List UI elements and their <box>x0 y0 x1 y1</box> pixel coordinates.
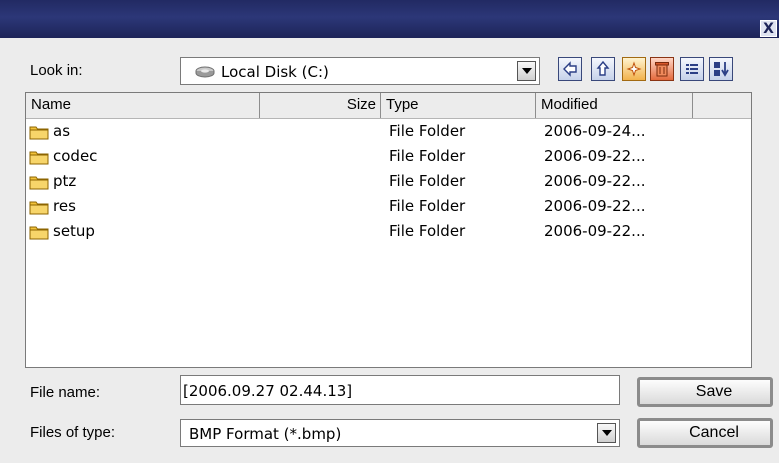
table-row[interactable]: setup File Folder 2006-09-22... <box>26 219 751 244</box>
sort-icon[interactable] <box>709 57 733 81</box>
file-type: File Folder <box>389 147 466 165</box>
file-name-label: File name: <box>30 384 101 401</box>
drive-icon <box>195 66 215 78</box>
files-of-type-label: Files of type: <box>30 424 116 441</box>
table-row[interactable]: res File Folder 2006-09-22... <box>26 194 751 219</box>
save-button[interactable]: Save <box>637 377 773 407</box>
file-modified: 2006-09-22... <box>544 147 646 165</box>
file-modified: 2006-09-24... <box>544 122 646 140</box>
save-dialog: X Look in: Local Disk (C:) Name Size Typ… <box>0 0 779 463</box>
folder-icon <box>29 226 49 240</box>
file-name: codec <box>53 147 98 165</box>
list-view-icon[interactable] <box>680 57 704 81</box>
table-row[interactable]: as File Folder 2006-09-24... <box>26 119 751 144</box>
file-name-field[interactable] <box>180 375 620 405</box>
column-header-modified[interactable]: Modified <box>536 93 693 118</box>
file-modified: 2006-09-22... <box>544 222 646 240</box>
back-icon[interactable] <box>558 57 582 81</box>
file-list[interactable]: Name Size Type Modified as File Folder 2… <box>25 92 752 368</box>
files-of-type-dropdown[interactable]: BMP Format (*.bmp) <box>180 419 620 447</box>
up-folder-icon[interactable] <box>591 57 615 81</box>
file-name: as <box>53 122 71 140</box>
file-type: File Folder <box>389 197 466 215</box>
column-header-type[interactable]: Type <box>381 93 536 118</box>
cancel-button[interactable]: Cancel <box>637 418 773 448</box>
file-type: File Folder <box>389 172 466 190</box>
look-in-dropdown[interactable]: Local Disk (C:) <box>180 57 540 85</box>
folder-icon <box>29 126 49 140</box>
file-name: setup <box>53 222 95 240</box>
file-modified: 2006-09-22... <box>544 172 646 190</box>
file-list-header: Name Size Type Modified <box>26 93 751 119</box>
close-icon[interactable]: X <box>760 20 777 37</box>
folder-icon <box>29 176 49 190</box>
new-folder-icon[interactable] <box>622 57 646 81</box>
column-header-empty <box>693 93 751 118</box>
title-bar[interactable]: X <box>0 0 779 38</box>
file-type: File Folder <box>389 222 466 240</box>
file-name: ptz <box>53 172 77 190</box>
chevron-down-icon[interactable] <box>517 61 536 81</box>
chevron-down-icon[interactable] <box>597 423 616 443</box>
table-row[interactable]: ptz File Folder 2006-09-22... <box>26 169 751 194</box>
column-header-size[interactable]: Size <box>260 93 381 118</box>
table-row[interactable]: codec File Folder 2006-09-22... <box>26 144 751 169</box>
file-type: File Folder <box>389 122 466 140</box>
look-in-value: Local Disk (C:) <box>221 63 329 81</box>
column-header-name[interactable]: Name <box>26 93 260 118</box>
files-of-type-value: BMP Format (*.bmp) <box>189 425 342 443</box>
look-in-label: Look in: <box>30 62 83 79</box>
file-modified: 2006-09-22... <box>544 197 646 215</box>
file-name: res <box>53 197 76 215</box>
delete-icon[interactable] <box>650 57 674 81</box>
folder-icon <box>29 151 49 165</box>
folder-icon <box>29 201 49 215</box>
